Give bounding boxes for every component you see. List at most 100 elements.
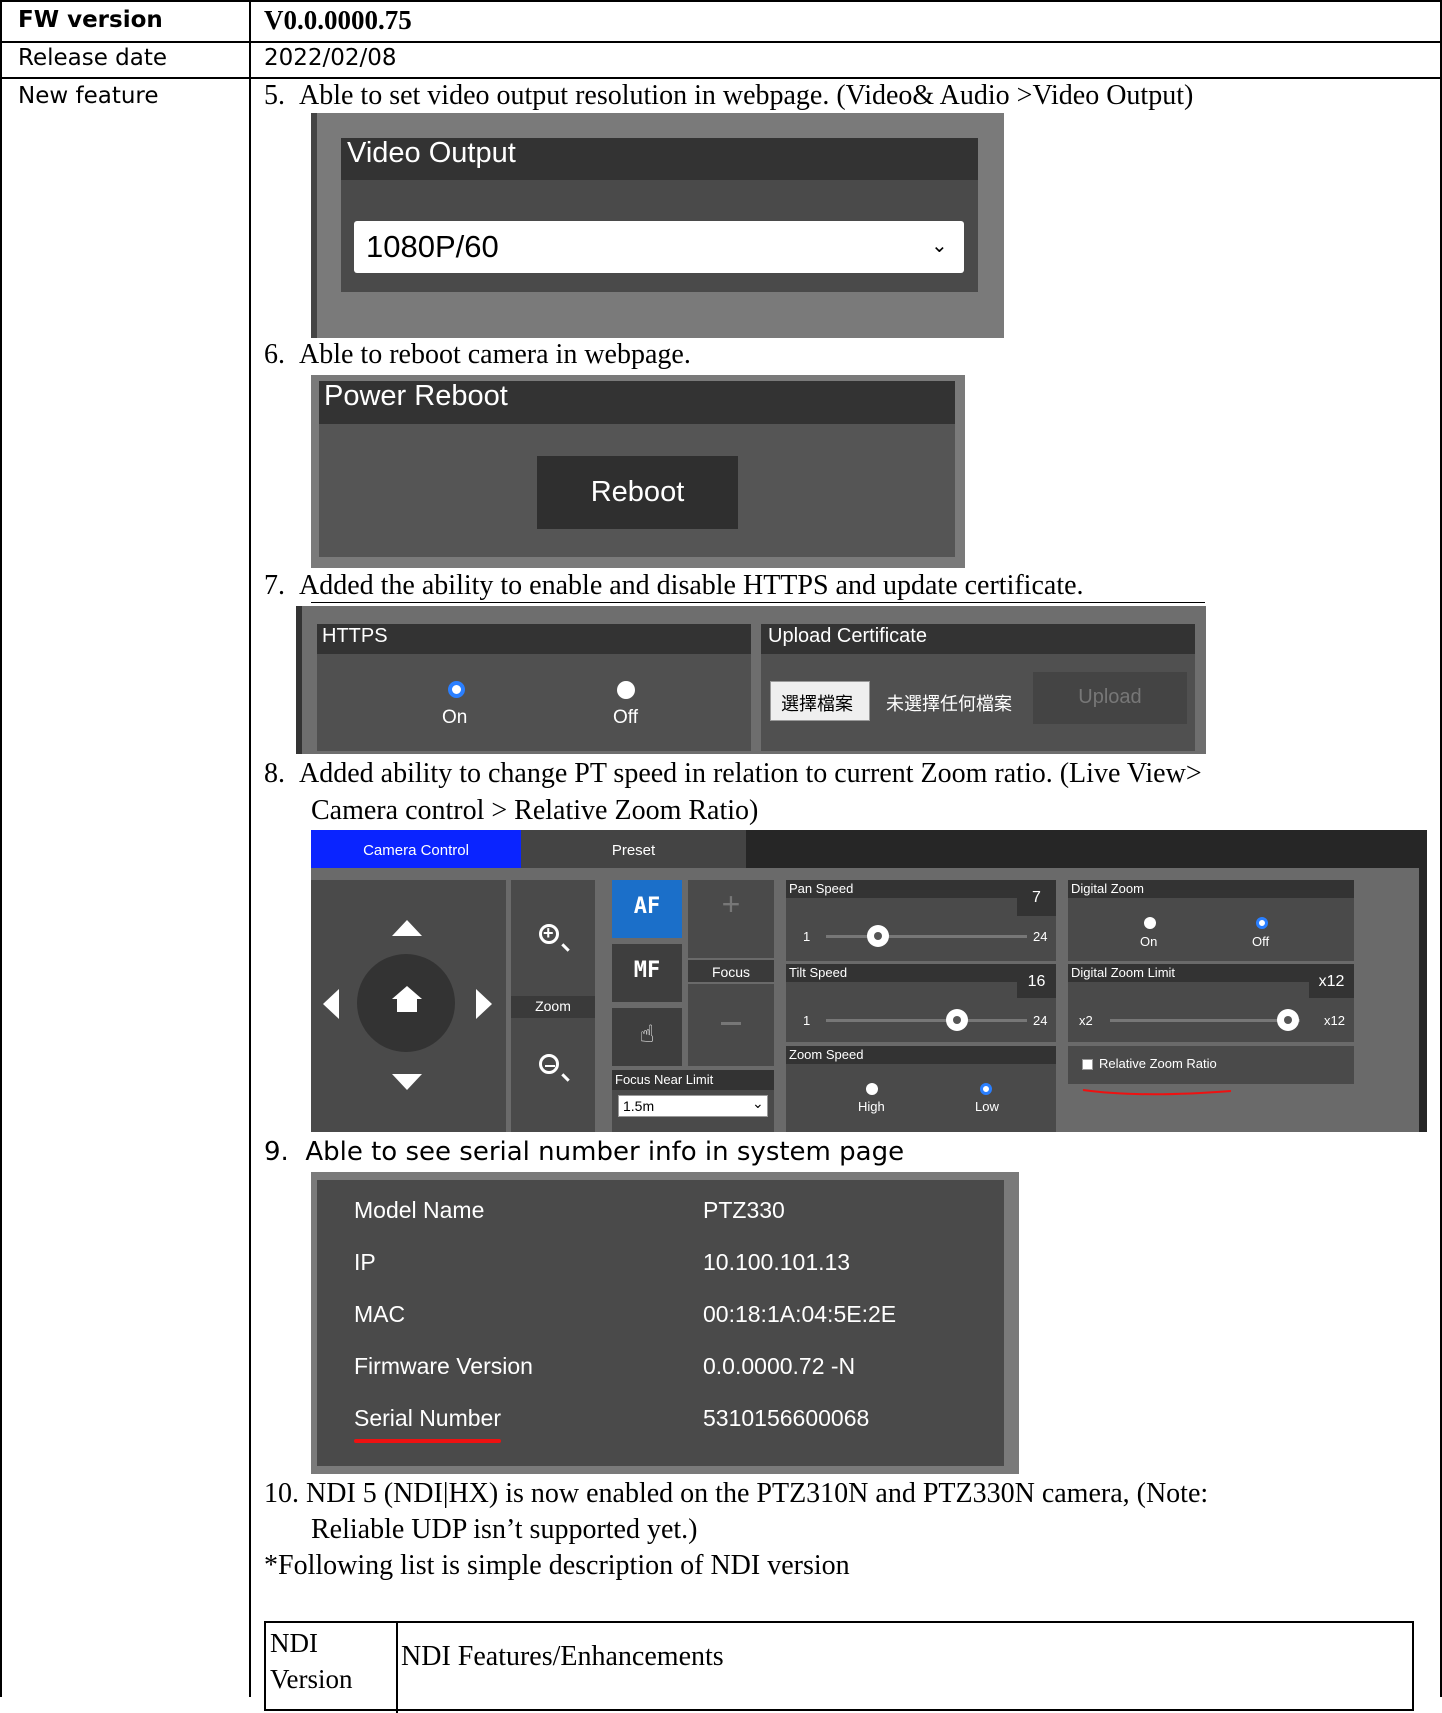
https-off-radio[interactable] [617, 681, 635, 699]
digital-zoom-on-label: On [1140, 934, 1158, 949]
fw-version-value: V0.0.0000.75 [264, 5, 412, 35]
choose-file-button[interactable]: 選擇檔案 [770, 681, 870, 721]
power-reboot-panel: Power Reboot Reboot [311, 375, 965, 568]
system-info-value: 5310156600068 [703, 1405, 870, 1431]
ndi-version-header-line2: Version [270, 1664, 353, 1694]
feature-item-9: 9. Able to see serial number info in sys… [264, 1137, 905, 1167]
digital-zoom-off-radio[interactable] [1256, 917, 1268, 929]
feature-item-7: 7. Added the ability to enable and disab… [264, 570, 1084, 601]
video-output-panel: Video Output 1080P/60 ⌄ [311, 113, 1004, 338]
zoom-speed-label: Zoom Speed [789, 1047, 864, 1062]
focus-minus-button[interactable] [721, 1022, 741, 1025]
focus-near-limit-select[interactable]: 1.5m ⌄ [618, 1095, 768, 1117]
ndi-version-header-line1: NDI [270, 1628, 318, 1658]
https-on-label: On [442, 707, 468, 728]
system-info-value: 0.0.0000.72 -N [703, 1353, 856, 1379]
red-underline [1082, 1089, 1232, 1096]
system-info-label: Model Name [354, 1197, 485, 1223]
table-border-top [0, 0, 1442, 2]
table-border-left [0, 0, 2, 1697]
power-reboot-title: Power Reboot [324, 380, 508, 412]
digital-zoom-limit-min: x2 [1079, 1013, 1093, 1028]
focus-near-limit-label: Focus Near Limit [615, 1072, 714, 1087]
release-date-value: 2022/02/08 [264, 45, 397, 71]
zoom-speed-low-label: Low [975, 1099, 999, 1114]
digital-zoom-limit-max: x12 [1324, 1013, 1345, 1028]
underline [311, 602, 1205, 603]
down-arrow-button[interactable] [392, 1074, 422, 1090]
table-col-divider [249, 0, 251, 1697]
focus-plus-button[interactable]: + [688, 886, 774, 923]
left-arrow-button[interactable] [323, 989, 339, 1019]
af-button-label: AF [633, 894, 661, 919]
relative-zoom-checkbox[interactable] [1082, 1059, 1093, 1070]
digital-zoom-label: Digital Zoom [1071, 881, 1144, 896]
release-date-label: Release date [18, 45, 168, 71]
zoom-out-icon[interactable] [539, 1054, 559, 1074]
ndi-table: NDI Version NDI Features/Enhancements [264, 1621, 1414, 1713]
https-on-radio[interactable] [448, 681, 465, 698]
digital-zoom-limit-slider[interactable] [1110, 1019, 1300, 1022]
ndi-note: *Following list is simple description of… [264, 1550, 850, 1581]
system-info-value: PTZ330 [703, 1197, 785, 1223]
system-info-label: IP [354, 1249, 376, 1275]
system-info-panel: Model Name PTZ330 IP 10.100.101.13 MAC 00:18:… [311, 1172, 1019, 1474]
choose-file-label: 選擇檔案 [781, 694, 853, 715]
chevron-down-icon: ⌄ [752, 1096, 764, 1112]
fw-version-label: FW version [18, 7, 163, 33]
pan-speed-value: 7 [1032, 889, 1041, 906]
tilt-speed-slider[interactable] [826, 1019, 1027, 1022]
tilt-speed-value: 16 [1027, 973, 1046, 990]
zoom-in-plus: + [543, 923, 554, 943]
video-output-select-value: 1080P/60 [366, 229, 499, 264]
system-info-label: Serial Number [354, 1405, 501, 1431]
pan-speed-slider[interactable] [826, 935, 1027, 938]
zoom-label: Zoom [535, 998, 571, 1014]
digital-zoom-limit-label: Digital Zoom Limit [1071, 965, 1176, 980]
relative-zoom-label: Relative Zoom Ratio [1099, 1056, 1217, 1071]
ndi-features-header: NDI Features/Enhancements [401, 1641, 724, 1672]
home-icon [392, 986, 422, 999]
hand-focus-icon: ☝ [639, 1020, 655, 1048]
table-row-divider [0, 41, 1442, 43]
no-file-text: 未選擇任何檔案 [886, 694, 1012, 715]
feature-item-10-line1: 10. NDI 5 (NDI|HX) is now enabled on the… [264, 1478, 1209, 1509]
right-arrow-button[interactable] [476, 989, 492, 1019]
reboot-button-label: Reboot [590, 476, 685, 508]
zoom-speed-low-radio[interactable] [980, 1083, 992, 1095]
https-title: HTTPS [322, 625, 388, 647]
pan-speed-label: Pan Speed [789, 881, 854, 896]
feature-item-8-line2: Camera control > Relative Zoom Ratio) [311, 795, 759, 826]
tilt-speed-slider-handle[interactable] [945, 1009, 968, 1031]
zoom-speed-high-radio[interactable] [866, 1083, 878, 1095]
new-feature-label: New feature [18, 83, 159, 109]
feature-item-10-line2: Reliable UDP isn’t supported yet.) [311, 1514, 698, 1545]
feature-item-5: 5. Able to set video output resolution i… [264, 80, 1194, 111]
ndi-version-header: NDI Version [270, 1625, 353, 1697]
table-row-divider [0, 77, 1442, 79]
up-arrow-button[interactable] [392, 920, 422, 936]
https-off-label: Off [613, 707, 638, 728]
pan-speed-min: 1 [803, 929, 811, 944]
pan-speed-max: 24 [1033, 929, 1048, 944]
video-output-select[interactable]: 1080P/60 ⌄ [354, 221, 964, 273]
tilt-speed-max: 24 [1033, 1013, 1048, 1028]
system-info-value: 10.100.101.13 [703, 1249, 851, 1275]
chevron-down-icon: ⌄ [931, 233, 948, 257]
digital-zoom-off-label: Off [1252, 934, 1270, 949]
digital-zoom-limit-slider-handle[interactable] [1277, 1009, 1299, 1031]
upload-button-label: Upload [1078, 686, 1142, 708]
feature-item-6: 6. Able to reboot camera in webpage. [264, 339, 691, 370]
https-panel: HTTPS On Off Upload Certificate 選擇檔案 未選擇… [296, 606, 1206, 754]
tab-preset-label: Preset [611, 842, 656, 859]
camera-control-panel: Camera Control Preset + Zoom AF MF ☝ + F… [311, 830, 1427, 1132]
system-info-label: MAC [354, 1301, 406, 1327]
feature-item-8-line1: 8. Added ability to change PT speed in r… [264, 758, 1202, 789]
tilt-speed-min: 1 [803, 1013, 811, 1028]
tilt-speed-label: Tilt Speed [789, 965, 848, 980]
upload-certificate-title: Upload Certificate [768, 625, 927, 647]
video-output-title-text: Video Output [347, 137, 516, 169]
digital-zoom-on-radio[interactable] [1144, 917, 1156, 929]
tab-camera-control-label: Camera Control [363, 842, 469, 859]
mf-button-label: MF [633, 958, 661, 983]
